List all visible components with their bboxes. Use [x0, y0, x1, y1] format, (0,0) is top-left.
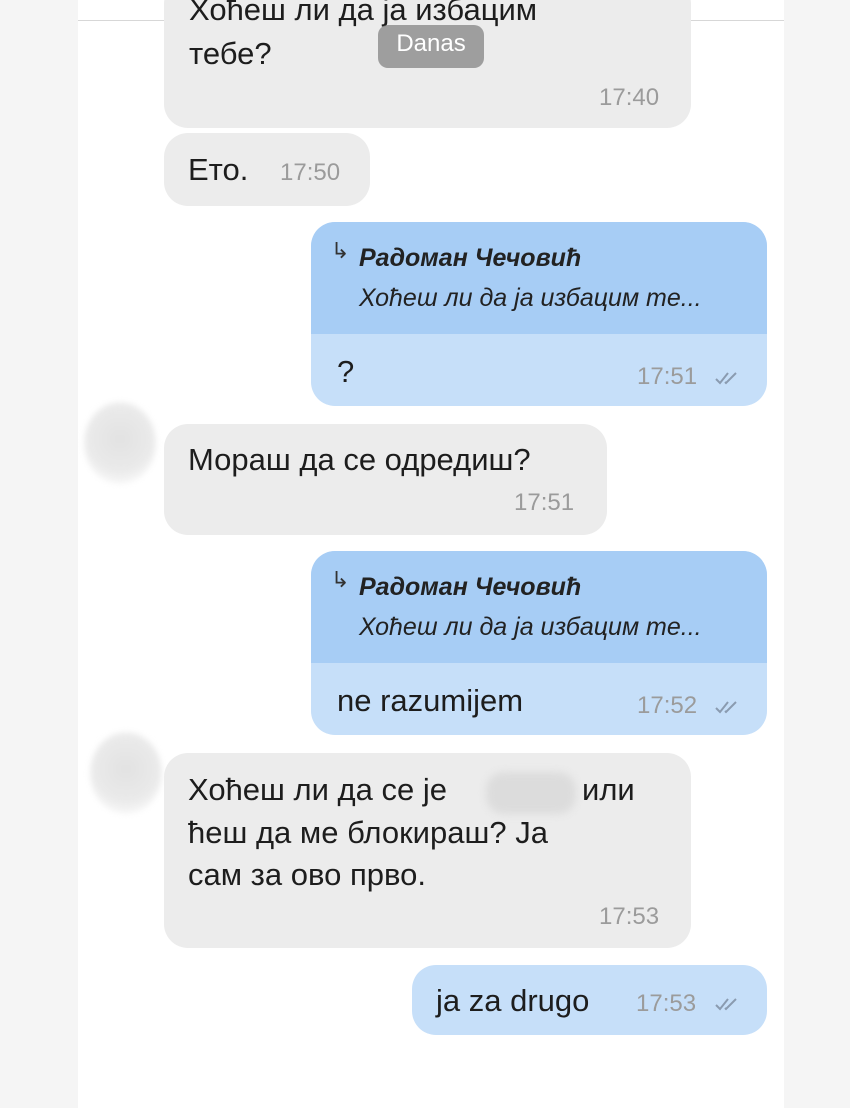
message-time: 17:40	[599, 84, 660, 111]
message-time: 17:52	[637, 692, 698, 719]
message-incoming[interactable]: Мораш да се одредиш? 17:51	[164, 424, 607, 535]
redacted-text	[486, 772, 576, 814]
chat-area[interactable]: Хоћеш ли да ја избацим тебе? 17:40 Danas…	[78, 0, 784, 1108]
message-time: 17:53	[636, 990, 697, 1017]
reply-text: Хоћеш ли да ја избацим те...	[359, 284, 702, 312]
message-outgoing[interactable]: ja za drugo 17:53	[412, 965, 767, 1035]
message-time: 17:50	[280, 159, 341, 186]
reply-author: Радоман Чечовић	[359, 244, 582, 272]
date-separator: Danas	[378, 25, 484, 68]
reply-quote[interactable]: ↳ Радоман Чечовић Хоћеш ли да ја избацим…	[311, 551, 767, 663]
message-text-line: Хоћеш ли да се је	[188, 772, 447, 807]
message-text-line: или	[582, 772, 635, 807]
reply-author: Радоман Чечовић	[359, 573, 582, 601]
reply-quote[interactable]: ↳ Радоман Чечовић Хоћеш ли да ја избацим…	[311, 222, 767, 334]
reply-arrow-icon: ↳	[331, 567, 350, 592]
message-text: Ето.	[188, 152, 249, 187]
message-incoming[interactable]: Ето. 17:50	[164, 133, 370, 206]
message-time: 17:51	[514, 489, 575, 516]
message-outgoing[interactable]: ↳ Радоман Чечовић Хоћеш ли да ја избацим…	[311, 222, 767, 406]
message-text: ?	[337, 354, 355, 389]
message-text: ja za drugo	[436, 983, 590, 1018]
message-incoming[interactable]: Хоћеш ли да се је или ћеш да ме блокираш…	[164, 753, 691, 948]
double-check-icon	[715, 701, 737, 714]
message-text-cut: Хоћеш ли да ја избацим	[189, 0, 538, 27]
avatar[interactable]	[90, 732, 162, 814]
double-check-icon	[715, 372, 737, 385]
message-text: Мораш да се одредиш?	[188, 442, 531, 477]
message-time: 17:53	[599, 903, 660, 930]
message-time: 17:51	[637, 363, 698, 390]
reply-arrow-icon: ↳	[331, 238, 350, 263]
message-text-line: ћеш да ме блокираш? Ја	[188, 815, 548, 850]
double-check-icon	[715, 998, 737, 1011]
message-text: тебе?	[189, 36, 272, 71]
avatar[interactable]	[84, 402, 156, 484]
message-text-line: сам за ово прво.	[188, 857, 426, 892]
reply-text: Хоћеш ли да ја избацим те...	[359, 613, 702, 641]
message-outgoing[interactable]: ↳ Радоман Чечовић Хоћеш ли да ја избацим…	[311, 551, 767, 735]
message-text: ne razumijem	[337, 683, 524, 718]
